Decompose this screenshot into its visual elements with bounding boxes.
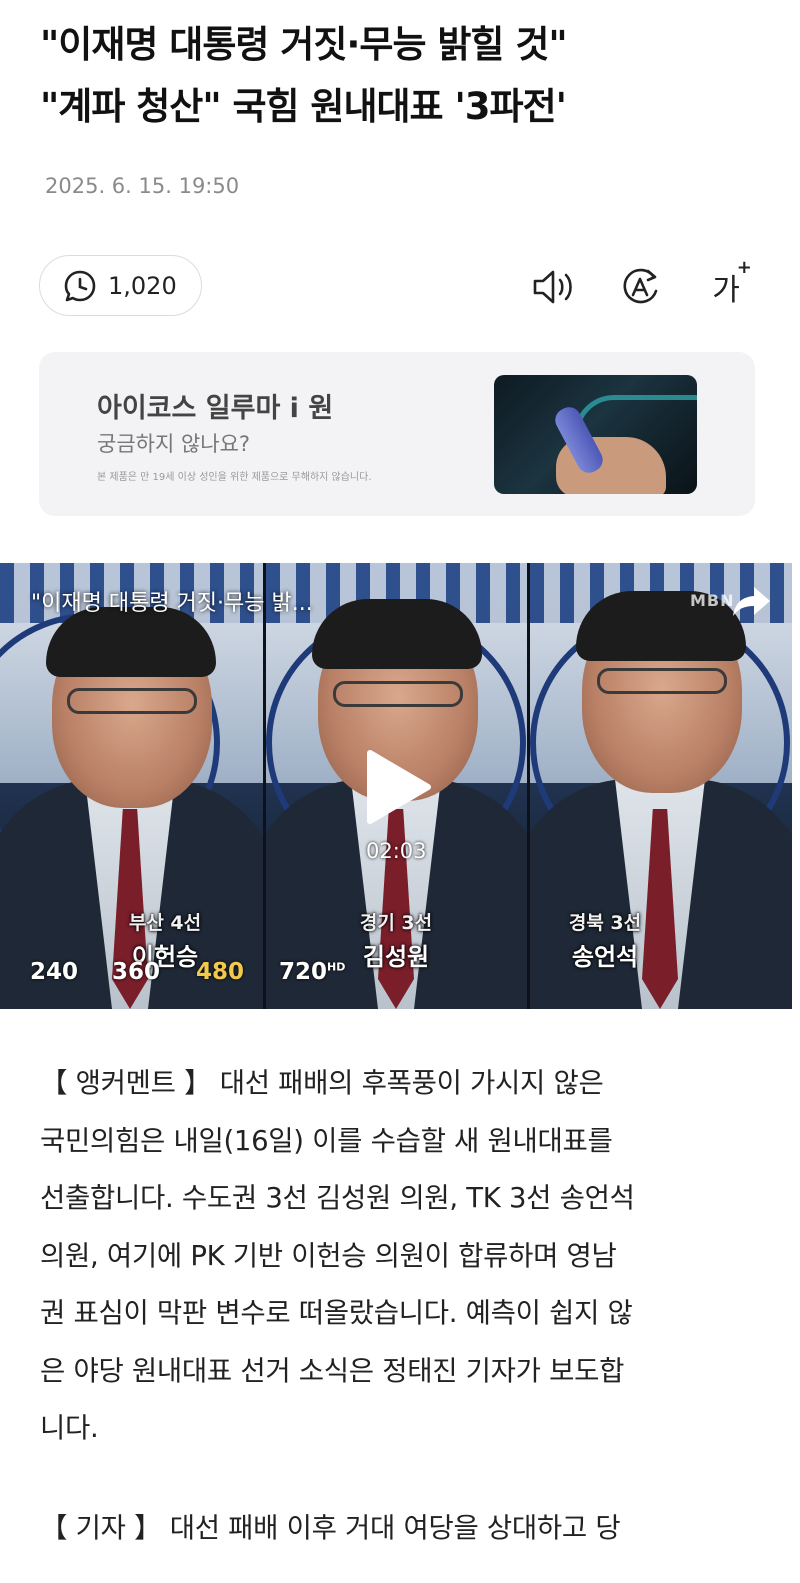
comment-count-button[interactable]: 1,020: [39, 255, 202, 316]
font-size-icon: 가 +: [712, 257, 752, 309]
hd-badge: HD: [327, 960, 346, 974]
speaker-icon: [533, 270, 572, 304]
translate-button[interactable]: [617, 264, 663, 310]
paragraph-line: 선출합니다. 수도권 3선 김성원 의원, TK 3선 송언석: [40, 1182, 635, 1214]
video-title: "이재명 대통령 거짓·무능 밝...: [31, 591, 313, 616]
caption-person-3: 경북 3선 송언석: [530, 908, 680, 972]
headline-line-1: "이재명 대통령 거짓·무능 밝힐 것": [40, 23, 568, 66]
person-2-region: 경기 3선: [359, 912, 433, 934]
publish-date: 2025. 6. 15. 19:50: [45, 174, 240, 198]
paragraph-line: 권 표심이 막판 변수로 떠올랐습니다. 예측이 쉽지 않: [40, 1297, 633, 1329]
person-3-name: 송언석: [571, 943, 639, 971]
quality-option-240[interactable]: 240: [30, 959, 78, 985]
font-size-plus: +: [736, 257, 752, 278]
comment-count: 1,020: [108, 271, 177, 300]
share-icon[interactable]: [730, 583, 772, 619]
comment-icon: [64, 270, 96, 301]
video-duration: 02:03: [366, 839, 427, 863]
quality-option-480[interactable]: 480: [196, 959, 244, 985]
translate-icon: [623, 268, 658, 304]
video-panel-left: 부산 4선 이헌승: [0, 563, 264, 1009]
paragraph-line: 국민의힘은 내일(16일) 이를 수습할 새 원내대표를: [40, 1124, 613, 1157]
quality-option-720[interactable]: 720HD: [279, 959, 345, 985]
article-paragraph-1: 【 앵커멘트 】 대선 패배의 후폭풍이 가시지 않은 국민의힘은 내일(16일…: [40, 1055, 760, 1458]
video-panel-right: 경북 3선 송언석: [530, 563, 792, 1009]
ad-title: 아이코스 일루마 i 원: [97, 393, 334, 424]
paragraph-line: 은 야당 원내대표 선거 소식은 정태진 기자가 보도합: [40, 1354, 625, 1387]
broadcaster-logo: MBN: [690, 591, 735, 610]
paragraph-line: 【 기자 】 대선 패배 이후 거대 여당을 상대하고 당: [40, 1512, 621, 1544]
article-paragraph-2: 【 기자 】 대선 패배 이후 거대 여당을 상대하고 당: [40, 1500, 760, 1558]
person-1-region: 부산 4선: [128, 912, 202, 934]
ad-notice: 본 제품은 만 19세 이상 성인을 위한 제품으로 무해하지 않습니다.: [97, 472, 372, 483]
font-size-button[interactable]: 가 +: [700, 257, 752, 310]
font-size-label: 가: [712, 273, 740, 308]
play-icon[interactable]: [362, 749, 432, 825]
paragraph-line: 니다.: [40, 1412, 99, 1444]
audio-read-button[interactable]: [531, 264, 577, 310]
paragraph-line: 의원, 여기에 PK 기반 이헌승 의원이 합류하며 영남: [40, 1239, 617, 1272]
quality-720-label: 720: [279, 959, 328, 985]
paragraph-line: 【 앵커멘트 】 대선 패배의 후폭풍이 가시지 않은: [40, 1067, 604, 1099]
video-player[interactable]: 부산 4선 이헌승 경기 3선 김성원 경북 3선 송언석 "이재명 대통령 거…: [0, 563, 792, 1009]
ad-image: [494, 375, 697, 494]
quality-option-360[interactable]: 360: [112, 959, 160, 985]
person-3-region: 경북 3선: [568, 912, 642, 934]
headline-line-2: "계파 청산" 국힘 원내대표 '3파전': [40, 85, 567, 128]
ad-subtitle: 궁금하지 않나요?: [97, 432, 251, 456]
article-headline: "이재명 대통령 거짓·무능 밝힐 것" "계파 청산" 국힘 원내대표 '3파…: [40, 14, 770, 138]
ad-banner[interactable]: 아이코스 일루마 i 원 궁금하지 않나요? 본 제품은 만 19세 이상 성인…: [39, 352, 755, 516]
